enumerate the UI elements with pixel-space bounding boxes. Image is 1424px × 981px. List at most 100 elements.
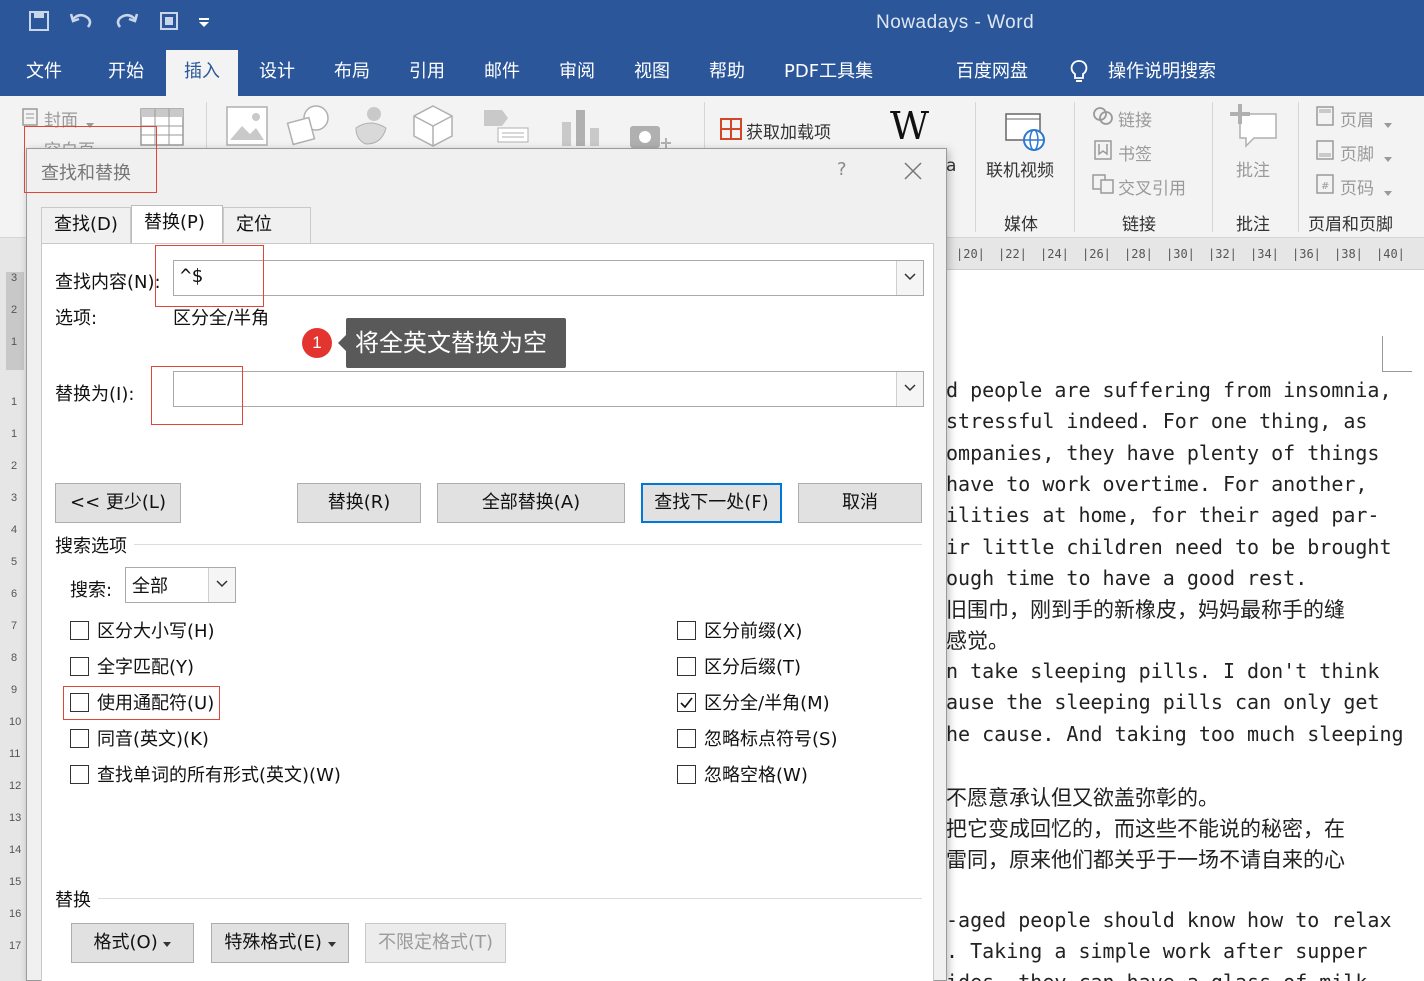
tab-mailings[interactable]: 邮件 xyxy=(480,50,524,96)
ruler-mark: |32| xyxy=(1208,247,1237,261)
get-addins-button[interactable]: 获取加载项 xyxy=(746,118,831,143)
cross-reference-button[interactable]: 交叉引用 xyxy=(1118,174,1186,199)
match-prefix-checkbox[interactable]: 区分前缀(X) xyxy=(677,617,802,643)
highlight-wildcards xyxy=(63,686,220,720)
tab-references[interactable]: 引用 xyxy=(405,50,449,96)
tab-replace[interactable]: 替换(P) xyxy=(131,205,223,243)
ruler-mark: 1 xyxy=(11,396,18,408)
word-window: Nowadays - Word 文件 开始 插入 设计 布局 引用 邮件 审阅 … xyxy=(0,0,1424,981)
checkbox-label: 查找单词的所有形式(英文)(W) xyxy=(97,765,341,786)
ruler-mark: 1 xyxy=(11,428,18,440)
document-page[interactable]: d people are suffering from insomnia, st… xyxy=(946,270,1424,981)
smartart-icon[interactable] xyxy=(482,108,530,148)
header-button[interactable]: 页眉 xyxy=(1340,106,1374,131)
tab-layout[interactable]: 布局 xyxy=(330,50,374,96)
checkbox-icon xyxy=(677,764,696,784)
replace-with-input[interactable] xyxy=(173,371,924,407)
replace-all-button[interactable]: 全部替换(A) xyxy=(437,483,625,523)
ruler-mark: |40| xyxy=(1376,247,1405,261)
tab-home[interactable]: 开始 xyxy=(104,50,148,96)
find-what-input[interactable]: ^$ xyxy=(173,260,924,296)
link-button[interactable]: 链接 xyxy=(1118,106,1152,131)
tab-goto[interactable]: 定位(G) xyxy=(223,207,311,269)
whole-word-checkbox[interactable]: 全字匹配(Y) xyxy=(70,653,194,679)
doc-line: ough time to have a good rest. xyxy=(946,566,1308,590)
page-number-icon: # xyxy=(1316,174,1334,198)
options-label: 选项: xyxy=(55,308,98,329)
tab-baidu-netdisk[interactable]: 百度网盘 xyxy=(952,50,1032,96)
search-direction-select[interactable]: 全部 xyxy=(125,567,236,603)
svg-text:#: # xyxy=(1321,181,1329,192)
chevron-down-icon xyxy=(327,942,336,947)
tab-find[interactable]: 查找(D) xyxy=(41,207,131,243)
all-word-forms-checkbox[interactable]: 查找单词的所有形式(英文)(W) xyxy=(70,761,341,787)
cancel-button[interactable]: 取消 xyxy=(798,483,922,523)
ruler-mark: 2 xyxy=(11,304,18,316)
replace-button[interactable]: 替换(R) xyxy=(297,483,421,523)
save-icon[interactable] xyxy=(28,10,50,37)
comment-button[interactable]: 批注 xyxy=(1236,156,1270,181)
doc-line: ir little children need to be brought xyxy=(946,535,1392,559)
tell-me-search[interactable]: 操作说明搜索 xyxy=(1104,50,1220,96)
tab-file[interactable]: 文件 xyxy=(22,50,66,96)
doc-line: -aged people should know how to relax xyxy=(946,908,1392,932)
cross-reference-icon xyxy=(1092,174,1114,198)
help-button[interactable]: ? xyxy=(837,159,847,180)
online-video-button[interactable]: 联机视频 xyxy=(986,156,1054,181)
wikipedia-icon[interactable]: W xyxy=(890,104,929,148)
new-comment-icon[interactable] xyxy=(1230,104,1278,152)
3d-models-icon[interactable] xyxy=(412,104,454,152)
search-direction-value: 全部 xyxy=(132,576,168,597)
header-footer-group-label: 页眉和页脚 xyxy=(1308,215,1393,235)
tab-insert[interactable]: 插入 xyxy=(166,50,238,96)
find-next-button[interactable]: 查找下一处(F) xyxy=(641,483,782,523)
tab-view[interactable]: 视图 xyxy=(630,50,674,96)
shapes-icon[interactable] xyxy=(286,104,334,152)
format-dropdown-button[interactable]: 格式(O) xyxy=(71,923,194,963)
chevron-down-icon[interactable] xyxy=(896,261,923,295)
touch-mode-icon[interactable] xyxy=(158,10,180,37)
page-number-button[interactable]: 页码 xyxy=(1340,174,1374,199)
less-button[interactable]: << 更少(L) xyxy=(55,483,181,523)
match-width-checkbox[interactable]: 区分全/半角(M) xyxy=(677,689,830,715)
bookmark-button[interactable]: 书签 xyxy=(1118,140,1152,165)
options-value: 区分全/半角 xyxy=(173,308,270,329)
no-formatting-button[interactable]: 不限定格式(T) xyxy=(365,923,506,963)
ruler-mark: 5 xyxy=(11,556,18,568)
search-direction-label: 搜索: xyxy=(70,580,113,601)
tab-pdf-tools[interactable]: PDF工具集 xyxy=(780,50,877,96)
close-icon[interactable] xyxy=(903,161,923,181)
chevron-down-icon[interactable] xyxy=(208,568,235,602)
checkbox-icon xyxy=(677,620,696,640)
match-case-checkbox[interactable]: 区分大小写(H) xyxy=(70,617,215,643)
chevron-down-icon[interactable] xyxy=(896,372,923,406)
ruler-mark: 10 xyxy=(9,716,22,728)
redo-icon[interactable] xyxy=(116,10,140,37)
tab-design[interactable]: 设计 xyxy=(255,50,299,96)
ribbon-tabs: 文件 开始 插入 设计 布局 引用 邮件 审阅 视图 帮助 PDF工具集 百度网… xyxy=(0,50,1424,96)
chart-icon[interactable] xyxy=(560,108,602,152)
media-group-label: 媒体 xyxy=(1004,215,1038,235)
customize-qat-icon[interactable] xyxy=(198,10,210,37)
tab-help[interactable]: 帮助 xyxy=(705,50,749,96)
footer-button[interactable]: 页脚 xyxy=(1340,140,1374,165)
special-dropdown-button[interactable]: 特殊格式(E) xyxy=(211,923,349,963)
ruler-mark: 11 xyxy=(9,748,21,760)
wikipedia-label-tail: a xyxy=(946,156,957,176)
checkbox-label: 区分全/半角(M) xyxy=(704,693,830,714)
pictures-icon[interactable] xyxy=(226,106,268,150)
tab-review[interactable]: 审阅 xyxy=(555,50,599,96)
sounds-like-checkbox[interactable]: 同音(英文)(K) xyxy=(70,725,209,751)
match-suffix-checkbox[interactable]: 区分后缀(T) xyxy=(677,653,801,679)
ignore-punctuation-checkbox[interactable]: 忽略标点符号(S) xyxy=(677,725,837,751)
online-video-icon[interactable] xyxy=(1004,108,1048,156)
checkbox-icon xyxy=(70,728,89,748)
undo-icon[interactable] xyxy=(68,10,98,37)
chevron-down-icon xyxy=(1384,148,1392,167)
icons-icon[interactable] xyxy=(350,104,392,152)
ruler-mark: 14 xyxy=(9,844,22,856)
doc-line: ides, they can have a glass of milk xyxy=(946,970,1367,981)
doc-line: 不愿意承认但又欲盖弥彰的。 xyxy=(946,786,1219,810)
checkbox-icon xyxy=(70,620,89,640)
ignore-whitespace-checkbox[interactable]: 忽略空格(W) xyxy=(677,761,808,787)
